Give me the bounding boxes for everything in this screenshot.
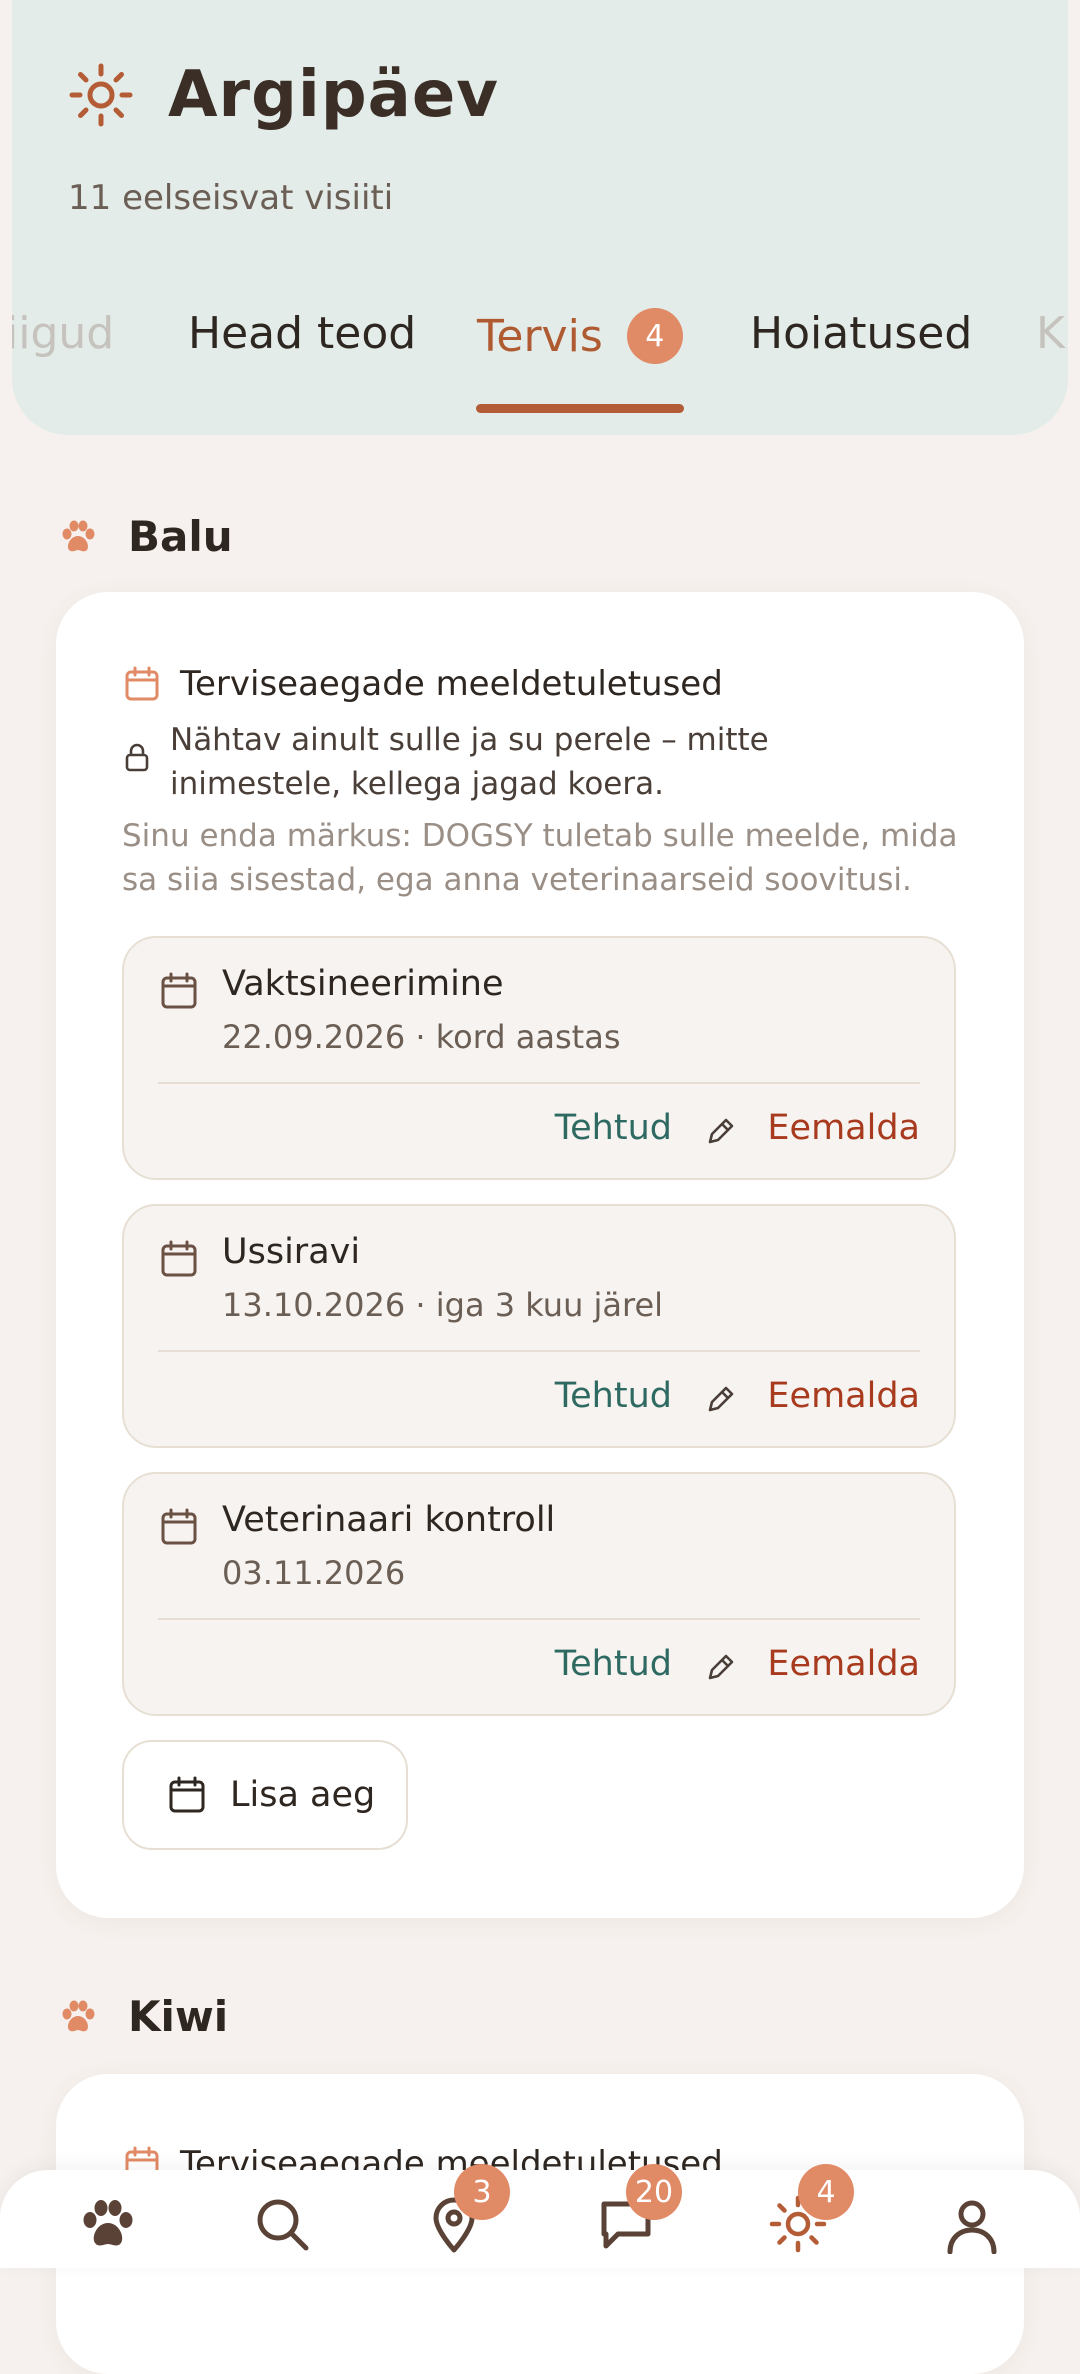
pencil-icon[interactable] <box>704 1382 738 1416</box>
reminder-item: Ussiravi 13.10.2026 · iga 3 kuu järel Te… <box>122 1204 956 1448</box>
tab-health-badge: 4 <box>626 308 683 364</box>
divider <box>158 1618 920 1620</box>
reminder-date: 13.10.2026 · iga 3 kuu järel <box>222 1286 664 1324</box>
reminder-name: Ussiravi <box>222 1232 361 1272</box>
mark-done-button[interactable]: Tehtud <box>555 1644 672 1684</box>
upcoming-visits-count: 11 eelseisvat visiiti <box>68 178 394 218</box>
privacy-text: Nähtav ainult sulle ja su perele – mitte… <box>170 722 769 802</box>
disclaimer-note: Sinu enda märkus: DOGSY tuletab sulle me… <box>122 818 958 898</box>
paw-icon <box>83 2200 133 2246</box>
reminder-name: Veterinaari kontroll <box>222 1500 556 1540</box>
dog-name: Kiwi <box>128 1992 229 2041</box>
divider <box>158 1082 920 1084</box>
remove-button[interactable]: Eemalda <box>767 1644 920 1684</box>
add-reminder-button[interactable]: Lisa aeg <box>122 1740 408 1850</box>
dog-section-header: Kiwi <box>58 1992 228 2041</box>
remove-button[interactable]: Eemalda <box>767 1108 920 1148</box>
calendar-icon <box>161 1508 197 1545</box>
tab-good-deeds[interactable]: Head teod <box>188 308 416 359</box>
reminder-date: 03.11.2026 <box>222 1554 406 1592</box>
bottom-nav: 3 20 4 <box>0 2164 1080 2268</box>
card-title-row: Terviseaegade meeldetuletused <box>124 664 723 704</box>
divider <box>158 1350 920 1352</box>
nav-search[interactable] <box>252 2194 312 2254</box>
nav-profile[interactable] <box>942 2194 1002 2255</box>
card-title: Terviseaegade meeldetuletused <box>180 664 723 704</box>
reminder-item: Veterinaari kontroll 03.11.2026 Tehtud E… <box>122 1472 956 1716</box>
search-icon <box>257 2199 309 2251</box>
calendar-icon <box>169 1776 205 1813</box>
tab-partial-left[interactable]: iigud <box>12 308 114 359</box>
mark-done-button[interactable]: Tehtud <box>555 1108 672 1148</box>
dog-name: Balu <box>128 512 233 561</box>
mark-done-button[interactable]: Tehtud <box>555 1376 672 1416</box>
remove-button[interactable]: Eemalda <box>767 1376 920 1416</box>
privacy-notice: Nähtav ainult sulle ja su perele – mitte… <box>124 718 944 806</box>
active-tab-indicator <box>476 404 684 413</box>
nav-messages[interactable]: 20 <box>596 2164 682 2254</box>
nav-dogs[interactable] <box>78 2194 138 2254</box>
map-badge: 3 <box>454 2164 510 2220</box>
tab-health-label: Tervis <box>477 310 603 362</box>
tab-partial-right[interactable]: K <box>1036 308 1065 359</box>
pencil-icon[interactable] <box>704 1650 738 1684</box>
sun-icon <box>69 63 133 127</box>
daily-badge: 4 <box>798 2164 854 2220</box>
tab-bar: iigud Head teod Tervis 4 Hoiatused K <box>12 308 1068 428</box>
page-title: Argipäev <box>168 58 499 132</box>
title-row: Argipäev <box>68 58 499 132</box>
calendar-icon <box>161 1240 197 1277</box>
nav-daily[interactable]: 4 <box>768 2164 854 2254</box>
paw-icon <box>62 2000 95 2031</box>
calendar-icon <box>125 666 159 701</box>
tab-health[interactable]: Tervis 4 <box>477 308 683 364</box>
reminder-item: Vaktsineerimine 22.09.2026 · kord aastas… <box>122 936 956 1180</box>
health-reminders-card: Terviseaegade meeldetuletused Nähtav ain… <box>56 592 1024 1918</box>
reminder-name: Vaktsineerimine <box>222 964 504 1004</box>
reminder-date: 22.09.2026 · kord aastas <box>222 1018 621 1056</box>
messages-badge: 20 <box>626 2164 682 2220</box>
pencil-icon[interactable] <box>704 1114 738 1148</box>
profile-icon <box>947 2200 997 2255</box>
lock-icon <box>125 743 149 772</box>
dog-section-header: Balu <box>58 512 233 561</box>
calendar-icon <box>161 972 197 1009</box>
paw-icon <box>62 520 95 551</box>
tab-warnings[interactable]: Hoiatused <box>750 308 972 359</box>
header: Argipäev 11 eelseisvat visiiti iigud Hea… <box>12 0 1068 435</box>
add-reminder-label: Lisa aeg <box>230 1775 376 1815</box>
nav-map[interactable]: 3 <box>424 2164 510 2254</box>
